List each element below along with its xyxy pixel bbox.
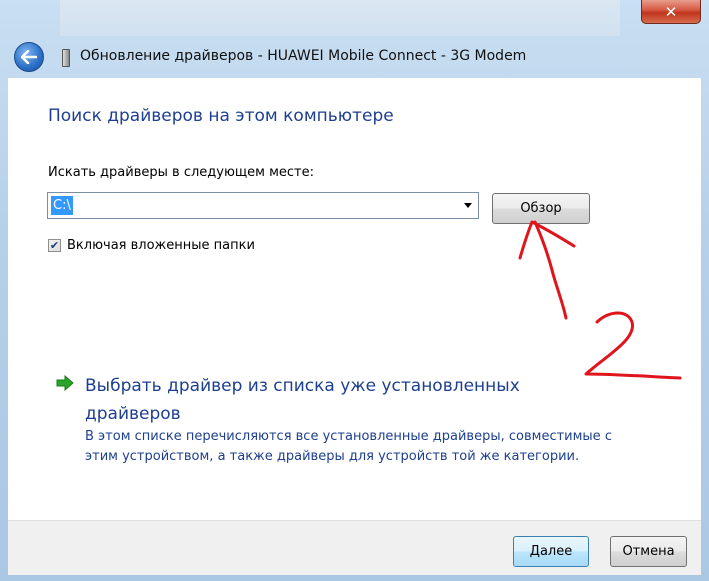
window-title: Обновление драйверов - HUAWEI Mobile Con…: [80, 48, 527, 64]
green-arrow-icon: [56, 374, 74, 392]
window-frame: ✕ Обновление драйверов - HUAWEI Mobile C…: [0, 0, 709, 581]
back-button[interactable]: [14, 42, 44, 72]
close-icon: ✕: [664, 2, 678, 21]
search-location-label: Искать драйверы в следующем месте:: [48, 165, 314, 180]
next-button-label: Далее: [529, 544, 573, 559]
cancel-button-label: Отмена: [622, 544, 675, 559]
include-subfolders-checkbox[interactable]: ✔: [48, 239, 61, 252]
browse-button-label: Обзор: [520, 201, 562, 216]
cancel-button[interactable]: Отмена: [610, 536, 687, 567]
usb-device-icon: [62, 49, 70, 67]
pick-driver-description: В этом списке перечисляются все установл…: [85, 429, 612, 464]
footer-bar: Далее Отмена: [8, 520, 701, 575]
include-subfolders-label: Включая вложенные папки: [67, 238, 255, 253]
browse-button[interactable]: Обзор: [492, 193, 590, 224]
page-title: Поиск драйверов на этом компьютере: [48, 106, 394, 126]
path-combobox[interactable]: C:\: [47, 192, 479, 219]
chevron-down-icon[interactable]: [464, 203, 472, 208]
background-strip: [60, 0, 620, 36]
path-input[interactable]: C:\: [51, 196, 73, 215]
back-arrow-icon: [21, 50, 37, 64]
close-button[interactable]: ✕: [641, 0, 701, 24]
pick-driver-link[interactable]: Выбрать драйвер из списка уже установлен…: [85, 372, 555, 428]
next-button[interactable]: Далее: [513, 536, 589, 567]
content-panel: Поиск драйверов на этом компьютере Искат…: [8, 78, 701, 520]
title-bar: Обновление драйверов - HUAWEI Mobile Con…: [8, 36, 701, 78]
